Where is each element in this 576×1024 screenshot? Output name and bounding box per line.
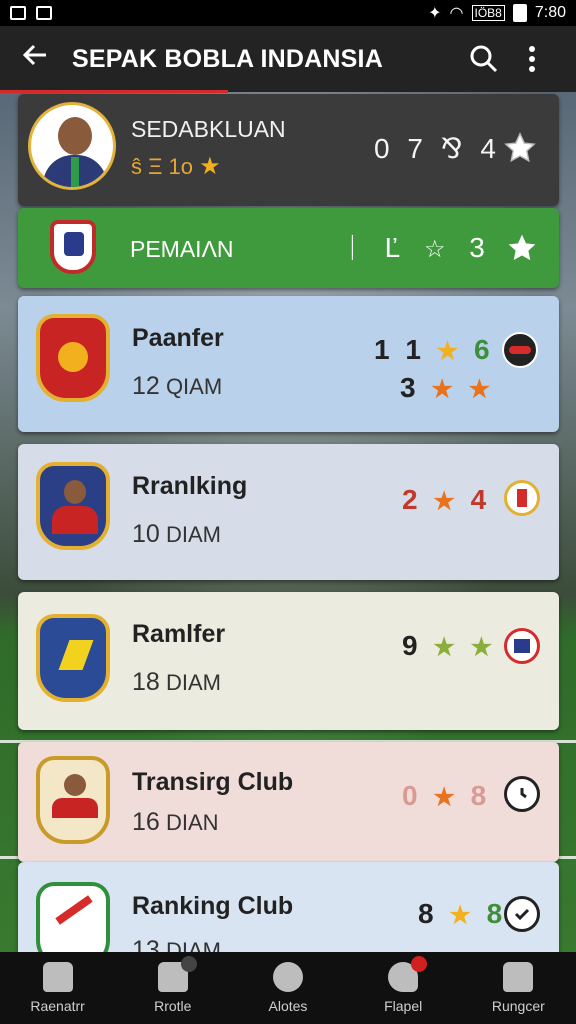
- club-badge-icon[interactable]: [504, 480, 540, 516]
- player-crest-icon: [36, 756, 110, 844]
- star-icon: ★: [199, 153, 221, 180]
- nav-favorites[interactable]: Flapel: [353, 956, 453, 1014]
- club-sub: 12 QIAM: [132, 372, 222, 401]
- star-icon: ★: [433, 634, 459, 661]
- club-crest-icon: [50, 220, 96, 274]
- clock-icon[interactable]: [504, 896, 540, 932]
- bottom-navigation: Raenatrr Rrotle Alotes Flapel Rungcer: [0, 952, 576, 1024]
- nav-label: Rungcer: [491, 998, 545, 1014]
- club-stats: 8 ★ 8: [418, 898, 506, 930]
- star-icon: ★: [468, 376, 495, 403]
- nav-label: Raenatrr: [30, 998, 85, 1014]
- club-sub-num: 18: [132, 668, 160, 696]
- club-name: Ramlfer: [132, 620, 226, 648]
- club-sub-unit: DIAM: [165, 522, 221, 547]
- club-stat: 0: [402, 780, 422, 811]
- star-icon: ★: [436, 338, 463, 365]
- club-stats: 0 ★ 8: [402, 780, 490, 812]
- club-stats-2: 3 ★ ★: [400, 372, 494, 404]
- star-icon: ★: [433, 488, 459, 515]
- status-bar: ✦ ◠ IÖB8 7:80: [0, 0, 576, 26]
- featured-sub-text: ŝ Ξ 1o: [131, 154, 193, 179]
- star-icon: ★: [431, 376, 457, 403]
- app-bar-accent: [0, 90, 228, 93]
- player-avatar: [28, 102, 116, 190]
- club-sub: 16 DIAN: [132, 808, 219, 837]
- page-title: SEPAK BOBLA INDANSIA: [72, 44, 383, 73]
- green-row-label: PEMAIΛN: [130, 236, 234, 262]
- more-vert-icon[interactable]: [508, 44, 556, 74]
- club-sub: 18 DIAM: [132, 668, 221, 697]
- nav-notes[interactable]: Alotes: [238, 962, 338, 1014]
- club-name: Transirg Club: [132, 768, 294, 796]
- club-stats: 9 ★ ★: [402, 630, 496, 662]
- club-sub-unit: QIAM: [165, 374, 223, 399]
- featured-stats: 0 7 ⅋ 4: [374, 133, 501, 164]
- club-card[interactable]: Paanfer 12 QIAM 1 1 ★ 6 3 ★ ★: [18, 296, 559, 432]
- nav-label: Alotes: [268, 998, 308, 1014]
- green-row-num: 3: [469, 232, 493, 263]
- club-stat: 2: [402, 484, 422, 515]
- club-stat: 3: [400, 372, 420, 403]
- nav-profile[interactable]: Rrotle: [123, 956, 223, 1014]
- club-stat: 9: [402, 630, 422, 661]
- nav-home[interactable]: Raenatrr: [8, 962, 108, 1014]
- location-icon: [272, 962, 303, 992]
- club-stat: 8: [470, 780, 491, 811]
- wifi-icon: ◠: [449, 5, 464, 22]
- green-row-stats: ᛁ Ľ ☆ 3: [344, 232, 493, 264]
- player-crest-icon: [36, 462, 110, 550]
- battery-icon: [512, 4, 527, 22]
- club-sub-num: 10: [132, 520, 160, 548]
- club-stats: 2 ★ 4: [402, 484, 490, 516]
- club-badge-icon[interactable]: [502, 332, 538, 368]
- club-card[interactable]: Ramlfer 18 DIAM 9 ★ ★: [18, 592, 559, 730]
- club-sub: 10 DIAM: [132, 520, 221, 549]
- club-crest-icon: [36, 614, 110, 702]
- club-card[interactable]: Rranlking 10 DIAM 2 ★ 4: [18, 444, 559, 580]
- club-card[interactable]: Transirg Club 16 DIAN 0 ★ 8: [18, 742, 559, 862]
- app-bar: SEPAK BOBLA INDANSIA: [0, 26, 576, 92]
- network-indicator: IÖB8: [471, 5, 505, 21]
- green-row-stats-text: ᛁ Ľ: [344, 232, 409, 263]
- club-sub-num: 12: [132, 372, 160, 400]
- favorite-star-icon[interactable]: [502, 130, 538, 166]
- search-icon[interactable]: [460, 44, 508, 74]
- green-row[interactable]: PEMAIΛN ᛁ Ľ ☆ 3: [18, 208, 559, 288]
- clock: 7:80: [534, 4, 566, 21]
- home-icon: [42, 962, 73, 992]
- club-sub-unit: DIAM: [165, 670, 221, 695]
- club-crest-icon: [36, 314, 110, 402]
- club-name: Ranking Club: [132, 892, 294, 920]
- star-outline-icon: ☆: [423, 236, 454, 263]
- person-icon: [503, 962, 534, 992]
- nav-label: Flapel: [384, 998, 423, 1014]
- club-sub-num: 16: [132, 808, 160, 836]
- club-stat: 8: [418, 898, 438, 929]
- notification-badge: [411, 956, 428, 972]
- add-favorite-icon[interactable]: [504, 230, 540, 266]
- nav-settings[interactable]: Rungcer: [468, 962, 568, 1014]
- club-stat: 4: [470, 484, 491, 515]
- star-icon: ★: [449, 902, 475, 929]
- club-name: Rranlking: [132, 472, 248, 500]
- star-icon: ★: [433, 784, 459, 811]
- vibrate-icon: ✦: [428, 5, 442, 22]
- back-arrow-icon[interactable]: [20, 40, 72, 78]
- clock-icon[interactable]: [504, 776, 540, 812]
- image-icon: [36, 6, 52, 20]
- featured-sub: ŝ Ξ 1o ★: [131, 152, 221, 181]
- featured-card[interactable]: SEDABKLUAN ŝ Ξ 1o ★ 0 7 ⅋ 4: [18, 94, 559, 206]
- club-stat: 6: [474, 334, 494, 365]
- nav-label: Rrotle: [154, 998, 192, 1014]
- notification-icon: [10, 6, 26, 20]
- featured-name: SEDABKLUAN: [131, 116, 286, 142]
- club-name: Paanfer: [132, 324, 224, 352]
- club-sub-unit: DIAN: [165, 810, 219, 835]
- notification-badge: [180, 956, 197, 972]
- club-badge-icon[interactable]: [504, 628, 540, 664]
- club-stat: 1 1: [374, 334, 425, 365]
- star-icon: ★: [470, 634, 497, 661]
- club-stats: 1 1 ★ 6: [374, 334, 494, 366]
